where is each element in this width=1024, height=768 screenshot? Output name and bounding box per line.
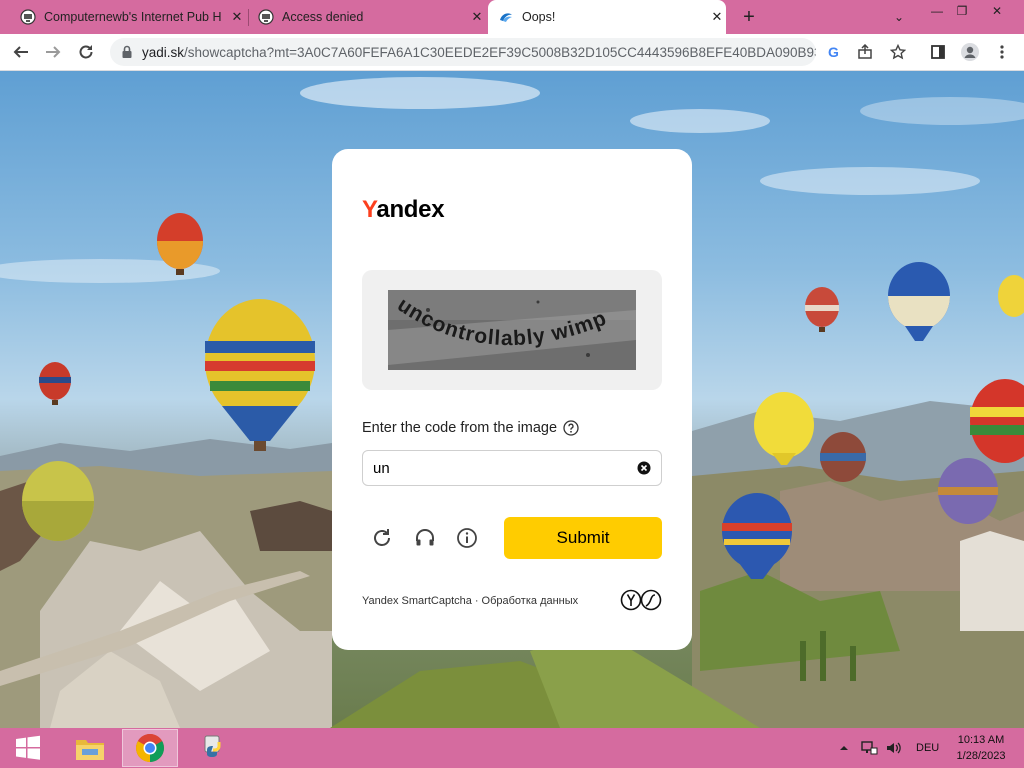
tab-title: Oops! bbox=[522, 10, 556, 24]
new-tab-button[interactable]: + bbox=[736, 4, 762, 30]
footer-separator: · bbox=[474, 595, 479, 607]
page-background: Yandex uncontrollably wimp Enter the cod… bbox=[0, 71, 1024, 728]
python-taskbar-icon[interactable] bbox=[185, 729, 241, 767]
system-clock[interactable]: 10:13 AM 1/28/2023 bbox=[950, 732, 1012, 764]
start-button[interactable] bbox=[0, 729, 56, 767]
restore-icon[interactable]: ❐ bbox=[945, 0, 979, 22]
refresh-captcha-icon[interactable] bbox=[370, 526, 394, 550]
forward-arrow-icon[interactable] bbox=[40, 39, 66, 65]
url-domain: yadi.sk bbox=[142, 44, 185, 60]
clock-time: 10:13 AM bbox=[957, 734, 1005, 746]
captcha-card: Yandex uncontrollably wimp Enter the cod… bbox=[332, 149, 692, 650]
tab-divider bbox=[248, 9, 249, 26]
tab-title: Access denied bbox=[282, 10, 364, 24]
file-explorer-taskbar-icon[interactable] bbox=[62, 729, 118, 767]
show-hidden-icons-chevron-icon[interactable] bbox=[838, 728, 850, 768]
yandex-logo: Yandex bbox=[362, 196, 445, 224]
computernewb-icon bbox=[258, 9, 274, 25]
info-icon[interactable] bbox=[455, 526, 479, 550]
share-icon[interactable] bbox=[853, 40, 877, 64]
tab-search-chevron-icon[interactable]: ⌄ bbox=[882, 6, 916, 28]
clock-date: 1/28/2023 bbox=[956, 750, 1006, 762]
balloon bbox=[805, 287, 839, 332]
balloon bbox=[998, 275, 1024, 317]
balloon bbox=[22, 461, 94, 541]
windows-logo-icon bbox=[16, 735, 40, 760]
volume-icon[interactable] bbox=[885, 728, 903, 768]
chrome-taskbar-icon[interactable] bbox=[122, 729, 178, 767]
computernewb-icon bbox=[20, 9, 36, 25]
network-icon[interactable] bbox=[860, 728, 878, 768]
balloon bbox=[888, 262, 950, 341]
logo-rest: andex bbox=[376, 196, 445, 223]
footer-brand[interactable]: Yandex SmartCaptcha bbox=[362, 595, 472, 607]
logo-first-letter: Y bbox=[362, 196, 377, 223]
tab-oops[interactable]: Oops! ✕ bbox=[488, 0, 726, 34]
close-icon[interactable]: ✕ bbox=[468, 8, 486, 26]
lock-icon[interactable] bbox=[120, 45, 134, 59]
balloon bbox=[205, 299, 315, 451]
browser-toolbar: yadi.sk/showcaptcha?mt=3A0C7A60FEFA6A1C3… bbox=[0, 34, 1024, 71]
url-path: /showcaptcha?mt=3A0C7A60FEFA6A1C30EEDE2E… bbox=[184, 44, 816, 60]
data-processing-link[interactable]: Обработка данных bbox=[482, 595, 579, 607]
profile-avatar-icon[interactable] bbox=[958, 40, 982, 64]
tab-title: Computernewb's Internet Pub H bbox=[44, 10, 222, 24]
smartcaptcha-logo-icon bbox=[620, 589, 662, 611]
reload-icon[interactable] bbox=[73, 39, 99, 65]
window-close-icon[interactable]: ✕ bbox=[980, 0, 1014, 22]
captcha-code-field[interactable] bbox=[362, 450, 662, 486]
captcha-footer: Yandex SmartCaptcha · Обработка данных bbox=[362, 595, 578, 607]
balloon bbox=[820, 432, 866, 482]
captcha-container: uncontrollably wimp bbox=[362, 270, 662, 390]
help-icon[interactable] bbox=[563, 420, 579, 436]
side-panel-icon[interactable] bbox=[926, 40, 950, 64]
address-bar[interactable]: yadi.sk/showcaptcha?mt=3A0C7A60FEFA6A1C3… bbox=[110, 38, 816, 66]
balloon bbox=[39, 362, 71, 405]
back-arrow-icon[interactable] bbox=[8, 39, 34, 65]
captcha-prompt: Enter the code from the image bbox=[362, 420, 579, 436]
submit-button[interactable]: Submit bbox=[504, 517, 662, 559]
tab-access-denied[interactable]: Access denied ✕ bbox=[250, 0, 486, 34]
prompt-label: Enter the code from the image bbox=[362, 420, 558, 436]
balloon bbox=[938, 458, 998, 524]
tab-computernewb[interactable]: Computernewb's Internet Pub H ✕ bbox=[10, 0, 246, 34]
close-icon[interactable]: ✕ bbox=[228, 8, 246, 26]
bookmark-star-icon[interactable] bbox=[886, 40, 910, 64]
google-translate-icon[interactable]: G bbox=[822, 40, 846, 64]
url-text: yadi.sk/showcaptcha?mt=3A0C7A60FEFA6A1C3… bbox=[142, 45, 816, 60]
more-menu-icon[interactable] bbox=[990, 40, 1014, 64]
input-language[interactable]: DEU bbox=[916, 728, 939, 768]
tab-strip: Computernewb's Internet Pub H ✕ Access d… bbox=[0, 0, 1024, 34]
yandex-disk-icon bbox=[498, 9, 514, 25]
windows-taskbar: DEU 10:13 AM 1/28/2023 bbox=[0, 728, 1024, 768]
captcha-code-input[interactable] bbox=[373, 459, 637, 477]
svg-text:G: G bbox=[828, 44, 839, 60]
close-icon[interactable]: ✕ bbox=[708, 8, 726, 26]
captcha-image: uncontrollably wimp bbox=[388, 290, 636, 370]
audio-captcha-icon[interactable] bbox=[413, 526, 437, 550]
clear-input-icon[interactable] bbox=[637, 461, 651, 475]
